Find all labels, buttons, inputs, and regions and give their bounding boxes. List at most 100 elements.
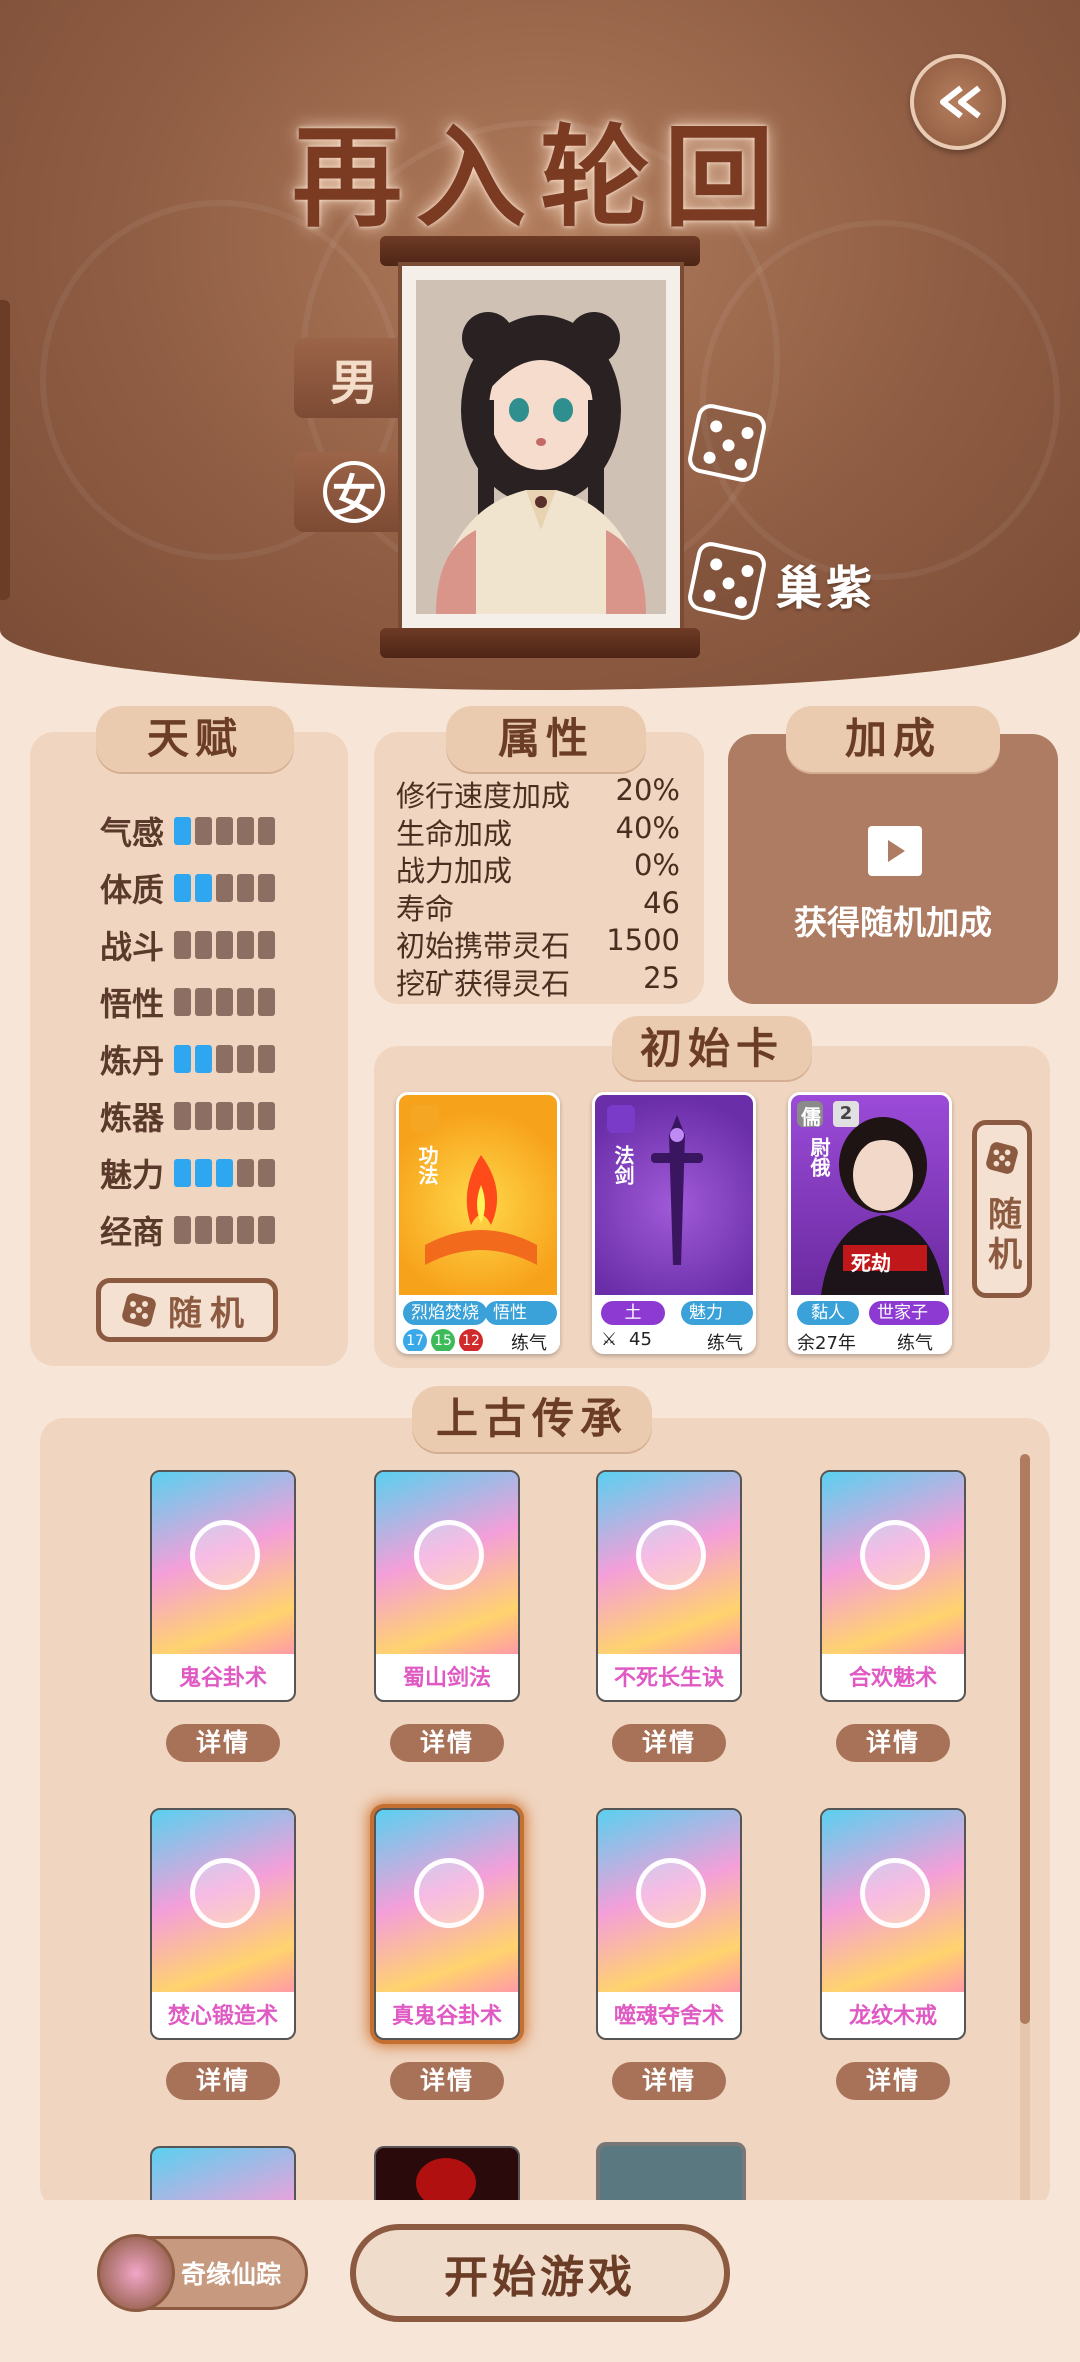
inheritance-detail-button[interactable]: 详情: [612, 2062, 726, 2100]
talent-row: 炼丹: [100, 1036, 275, 1082]
side-drawer-tab[interactable]: [0, 300, 10, 600]
talent-row: 战斗: [100, 922, 275, 968]
talent-row: 悟性: [100, 979, 275, 1025]
talent-level-pip: [195, 988, 212, 1016]
video-ad-icon: [868, 826, 922, 876]
talent-level-pip: [237, 931, 254, 959]
inheritance-title: 上古传承: [412, 1386, 652, 1452]
initial-card-companion[interactable]: 儒 2 尉俄 死劫 黏人 世家子弟 余27年 练气: [788, 1092, 952, 1354]
encounter-button[interactable]: 奇缘仙踪: [97, 2234, 308, 2312]
attribute-value: 46: [643, 885, 680, 920]
attribute-label: 寿命: [396, 891, 455, 926]
talent-level-pip: [237, 817, 254, 845]
randomize-appearance-dice-icon[interactable]: [685, 401, 769, 485]
inheritance-detail-button[interactable]: 详情: [166, 2062, 280, 2100]
card-stage: 练气: [707, 1333, 743, 1354]
inheritance-name: 龙纹木戒: [848, 2004, 937, 2029]
character-name[interactable]: 巢紫: [776, 552, 876, 618]
dice-icon: [986, 1142, 1018, 1174]
talent-random-label: 随机: [168, 1293, 252, 1334]
gender-female-button[interactable]: 女: [294, 452, 414, 532]
start-game-label: 开始游戏: [444, 2252, 636, 2303]
talent-level-pip: [195, 874, 212, 902]
inheritance-detail-button[interactable]: 详情: [390, 2062, 504, 2100]
attribute-value: 0%: [633, 848, 680, 882]
talent-level-pip: [237, 1216, 254, 1244]
start-game-button[interactable]: 开始游戏: [350, 2224, 730, 2322]
scrollbar-thumb[interactable]: [1020, 1454, 1030, 2024]
inheritance-emblem-icon: [190, 1520, 260, 1590]
talent-random-button[interactable]: 随机: [96, 1278, 278, 1342]
inheritance-card[interactable]: 不死长生诀: [596, 1470, 742, 1702]
inheritance-card[interactable]: 蜀山剑法: [374, 1470, 520, 1702]
inheritance-card[interactable]: 合欢魅术: [820, 1470, 966, 1702]
attribute-row: 挖矿获得灵石 25: [396, 961, 680, 1003]
talent-label: 战斗: [100, 928, 165, 966]
inheritance-detail-button[interactable]: 详情: [166, 1724, 280, 1762]
card-lifespan: 余27年: [797, 1333, 856, 1354]
inheritance-name: 蜀山剑法: [402, 1666, 491, 1691]
initial-cards-random-label: 随机: [981, 1196, 1022, 1276]
gender-male-button[interactable]: 男: [294, 338, 414, 418]
inheritance-emblem-icon: [860, 1858, 930, 1928]
talent-level-pip: [216, 1159, 233, 1187]
attribute-row: 寿命 46: [396, 886, 680, 928]
inheritance-emblem-icon: [190, 1858, 260, 1928]
talent-level-pip: [258, 817, 275, 845]
talent-level-pip: [258, 1102, 275, 1130]
talent-title: 天赋: [96, 706, 294, 772]
character-image: [416, 280, 666, 614]
talent-level-bars: [174, 1045, 275, 1073]
talent-level-pip: [216, 1216, 233, 1244]
talent-level-pip: [258, 1159, 275, 1187]
talent-level-pip: [216, 817, 233, 845]
talent-row: 魅力: [100, 1150, 275, 1196]
bonus-action-label[interactable]: 获得随机加成: [728, 896, 1058, 944]
inheritance-card[interactable]: 龙纹木戒: [820, 1808, 966, 2040]
talent-level-bars: [174, 1216, 275, 1244]
initial-card-sword[interactable]: 法剑 土 魅力+1 ⚔ 45 练气: [592, 1092, 756, 1354]
card-stage: 练气: [897, 1333, 933, 1354]
inheritance-card[interactable]: 噬魂夺舍术: [596, 1808, 742, 2040]
talent-level-pip: [174, 1045, 191, 1073]
talent-row: 经商: [100, 1207, 275, 1253]
inheritance-detail-button[interactable]: 详情: [612, 1724, 726, 1762]
card-stage: 练气: [511, 1333, 547, 1354]
inheritance-card[interactable]: 焚心锻造术: [150, 1808, 296, 2040]
flame-book-icon: [411, 1105, 537, 1265]
talent-level-pip: [216, 1102, 233, 1130]
talent-label: 悟性: [100, 985, 165, 1023]
talent-level-pip: [195, 1216, 212, 1244]
inheritance-emblem-icon: [414, 1520, 484, 1590]
initial-card-technique[interactable]: 功法 烈焰焚烧 悟性+1 17 15 12 练气: [396, 1092, 560, 1354]
card-badge: 儒: [801, 1105, 821, 1129]
inheritance-card[interactable]: 鬼谷卦术: [150, 1470, 296, 1702]
inheritance-name: 真鬼谷卦术: [391, 2004, 502, 2029]
randomize-name-dice-icon[interactable]: [685, 539, 769, 623]
inheritance-detail-button[interactable]: 详情: [836, 1724, 950, 1762]
initial-cards-random-button[interactable]: 随机: [972, 1120, 1032, 1298]
attribute-row: 修行速度加成 20%: [396, 773, 680, 815]
inheritance-name: 合欢魅术: [848, 1666, 937, 1691]
talent-level-pip: [195, 931, 212, 959]
talent-level-pip: [237, 1045, 254, 1073]
card-power: 45: [629, 1329, 652, 1350]
talent-label: 气感: [100, 814, 165, 852]
inheritance-emblem-icon: [414, 1858, 484, 1928]
back-button[interactable]: [910, 54, 1006, 150]
stat-badge: 12: [459, 1329, 483, 1351]
talent-level-pip: [258, 988, 275, 1016]
inheritance-art: [152, 1472, 294, 1654]
talent-level-bars: [174, 988, 275, 1016]
inheritance-art: [822, 1472, 964, 1654]
inheritance-card[interactable]: 真鬼谷卦术: [374, 1808, 520, 2040]
talent-level-pip: [174, 1216, 191, 1244]
talent-level-pip: [195, 1102, 212, 1130]
talent-label: 魅力: [100, 1156, 165, 1194]
talent-level-pip: [237, 1159, 254, 1187]
inheritance-detail-button[interactable]: 详情: [390, 1724, 504, 1762]
inheritance-art: [376, 1810, 518, 1992]
inheritance-detail-button[interactable]: 详情: [836, 2062, 950, 2100]
card-tag: 烈焰焚烧: [403, 1301, 487, 1325]
card-type-label: 法剑: [611, 1145, 635, 1185]
